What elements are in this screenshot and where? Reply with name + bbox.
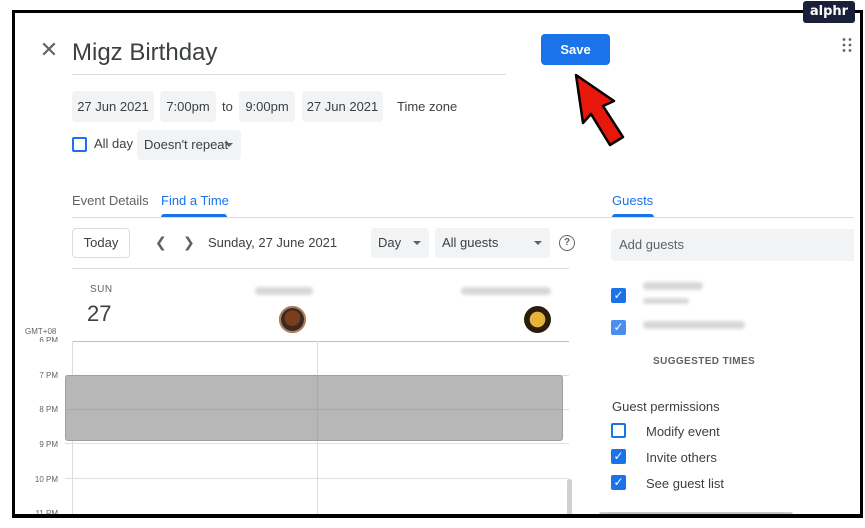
dropdown-caret-icon xyxy=(225,143,233,147)
guest-email-redacted xyxy=(643,298,689,304)
hour-label: 9 PM xyxy=(39,440,58,449)
avatar xyxy=(524,306,551,333)
guests-filter-dropdown[interactable]: All guests xyxy=(435,228,550,258)
help-icon[interactable]: ? xyxy=(559,235,575,251)
hour-gridline xyxy=(65,409,563,410)
hour-label: 7 PM xyxy=(39,371,58,380)
add-guests-input[interactable]: Add guests xyxy=(611,229,854,261)
today-button[interactable]: Today xyxy=(72,228,130,258)
invite-others-checkbox[interactable]: ✓ xyxy=(611,449,626,464)
tab-guests[interactable]: Guests xyxy=(612,192,653,210)
repeat-value: Doesn't repeat xyxy=(144,137,229,152)
hour-label: 8 PM xyxy=(39,405,58,414)
all-day-label: All day xyxy=(94,136,134,151)
end-date-field[interactable]: 27 Jun 2021 xyxy=(302,91,383,122)
tab-find-a-time[interactable]: Find a Time xyxy=(161,192,229,210)
timezone-link[interactable]: Time zone xyxy=(397,91,457,122)
tab-event-details[interactable]: Event Details xyxy=(72,192,149,210)
guest-checkbox[interactable]: ✓ xyxy=(611,288,626,303)
to-label: to xyxy=(222,99,233,114)
screenshot-frame: ✕ Migz Birthday Save 27 Jun 2021 7:00pm … xyxy=(12,10,863,518)
close-icon[interactable]: ✕ xyxy=(39,40,59,62)
save-button[interactable]: Save xyxy=(541,34,610,65)
guest-permissions-title: Guest permissions xyxy=(612,399,720,414)
day-abbrev: SUN xyxy=(90,284,113,295)
hour-label: 6 PM xyxy=(39,336,58,342)
day-number[interactable]: 27 xyxy=(87,301,111,327)
current-date-label: Sunday, 27 June 2021 xyxy=(208,235,338,250)
hour-label: 11 PM xyxy=(35,509,58,515)
brand-logo: alphr xyxy=(803,1,855,23)
see-guest-list-label: See guest list xyxy=(646,476,725,491)
calendar-grid-top xyxy=(72,341,569,342)
modify-event-label: Modify event xyxy=(646,424,720,439)
chevron-right-icon[interactable]: ❯ xyxy=(183,228,195,258)
tabs-divider xyxy=(72,217,854,218)
timezone-label: GMT+08 xyxy=(25,327,57,336)
guest-checkbox[interactable]: ✓ xyxy=(611,320,626,335)
guest-name-redacted xyxy=(643,321,745,329)
hour-label: 10 PM xyxy=(34,475,58,484)
modify-event-checkbox[interactable] xyxy=(611,423,626,438)
view-dropdown[interactable]: Day xyxy=(371,228,429,258)
start-time-field[interactable]: 7:00pm xyxy=(160,91,216,122)
calendar-header-divider xyxy=(72,268,569,269)
invite-others-label: Invite others xyxy=(646,450,717,465)
event-time-block[interactable] xyxy=(65,375,563,441)
apps-grid-icon[interactable] xyxy=(841,37,855,53)
end-time-field[interactable]: 9:00pm xyxy=(239,91,295,122)
avatar xyxy=(279,306,306,333)
guest-column-name-redacted xyxy=(255,287,313,295)
guests-filter-value: All guests xyxy=(442,235,499,250)
calendar-scrollbar[interactable] xyxy=(567,479,572,514)
suggested-times-button[interactable]: SUGGESTED TIMES xyxy=(653,356,755,367)
red-arrow-annotation xyxy=(574,73,625,147)
guest-name-redacted xyxy=(643,282,703,290)
guest-column-name-redacted xyxy=(461,287,551,295)
see-guest-list-checkbox[interactable]: ✓ xyxy=(611,475,626,490)
chevron-left-icon[interactable]: ❮ xyxy=(155,228,167,258)
start-date-field[interactable]: 27 Jun 2021 xyxy=(72,91,154,122)
event-title-input[interactable]: Migz Birthday xyxy=(72,33,506,75)
horizontal-scrollbar[interactable] xyxy=(599,512,793,514)
all-day-checkbox[interactable] xyxy=(72,137,87,152)
dropdown-caret-icon xyxy=(534,241,542,245)
guest-column-divider xyxy=(317,375,318,441)
view-value: Day xyxy=(378,235,402,250)
repeat-dropdown[interactable]: Doesn't repeat xyxy=(137,130,241,160)
dropdown-caret-icon xyxy=(413,241,421,245)
